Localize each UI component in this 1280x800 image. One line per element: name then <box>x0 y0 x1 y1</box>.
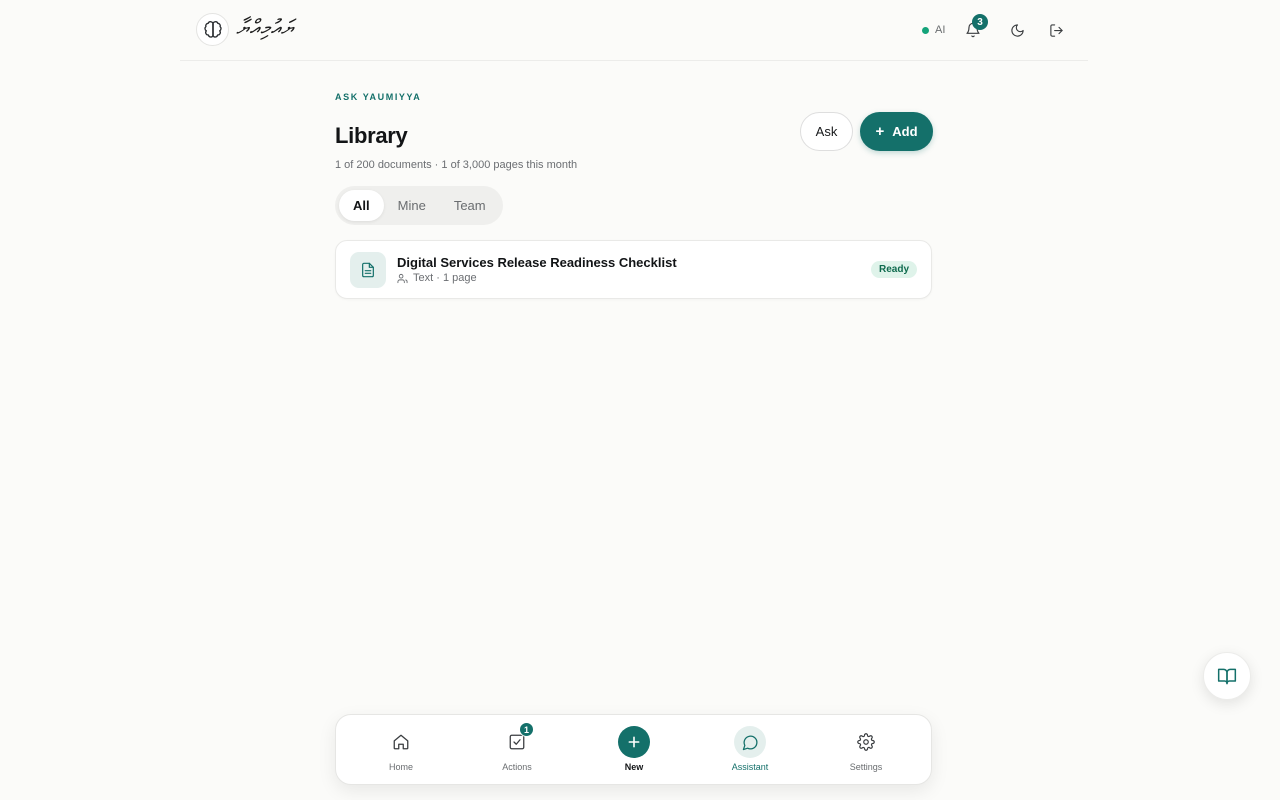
document-meta: Text · 1 page <box>397 272 477 284</box>
open-book-icon <box>1217 668 1237 685</box>
add-document-button[interactable]: + Add <box>860 112 933 151</box>
section-eyebrow: ASK YAUMIYYA <box>335 92 422 102</box>
chat-bubble-icon <box>734 726 766 758</box>
tab-all[interactable]: All <box>339 190 384 221</box>
home-icon <box>385 726 417 758</box>
tab-team[interactable]: Team <box>440 190 500 221</box>
notification-count-badge: 3 <box>972 14 988 30</box>
nav-item-settings[interactable]: Settings <box>826 715 906 786</box>
guide-floating-button[interactable] <box>1203 652 1251 700</box>
document-title: Digital Services Release Readiness Check… <box>397 255 677 270</box>
top-header: ޔައުމިއްޔާ AI 3 <box>180 0 1088 61</box>
nav-label-home: Home <box>388 762 413 772</box>
nav-item-home[interactable]: Home <box>361 715 441 786</box>
nav-label-settings: Settings <box>849 762 883 772</box>
nav-item-actions[interactable]: 1 Actions <box>477 715 557 786</box>
bottom-navigation: Home 1 Actions New Assistant Settings <box>335 714 932 785</box>
document-meta-text: Text · 1 page <box>413 272 477 284</box>
moon-icon <box>1010 23 1024 37</box>
logout-icon <box>1049 23 1063 37</box>
page-title: Library <box>335 123 408 148</box>
ask-button[interactable]: Ask <box>800 112 853 151</box>
status-dot-icon <box>922 26 929 34</box>
tab-mine[interactable]: Mine <box>384 190 440 221</box>
nav-label-assistant: Assistant <box>731 762 769 772</box>
dark-mode-toggle[interactable] <box>1002 15 1032 45</box>
logout-button[interactable] <box>1041 15 1071 45</box>
usage-summary: 1 of 200 documents · 1 of 3,000 pages th… <box>335 159 578 171</box>
nav-item-assistant[interactable]: Assistant <box>710 715 790 786</box>
document-card[interactable]: Digital Services Release Readiness Check… <box>335 240 932 299</box>
document-file-icon <box>350 252 386 288</box>
nav-label-new: New <box>624 762 644 772</box>
ai-status-indicator[interactable]: AI <box>914 20 953 40</box>
nav-item-new[interactable]: New <box>594 715 674 786</box>
ai-status-label: AI <box>935 24 946 36</box>
gear-icon <box>850 726 882 758</box>
filter-tabs: All Mine Team <box>335 186 503 225</box>
plus-icon <box>618 726 650 758</box>
add-button-label: Add <box>892 124 918 139</box>
users-icon <box>397 273 408 283</box>
plus-icon: + <box>875 123 885 140</box>
nav-label-actions: Actions <box>502 762 532 772</box>
checkbox-icon: 1 <box>501 722 534 758</box>
logo-brain-icon[interactable] <box>196 13 229 46</box>
notifications-button[interactable]: 3 <box>958 14 988 45</box>
app-logo-text: ޔައުމިއްޔާ <box>236 16 294 41</box>
actions-count-badge: 1 <box>519 722 534 737</box>
status-badge: Ready <box>870 261 917 278</box>
